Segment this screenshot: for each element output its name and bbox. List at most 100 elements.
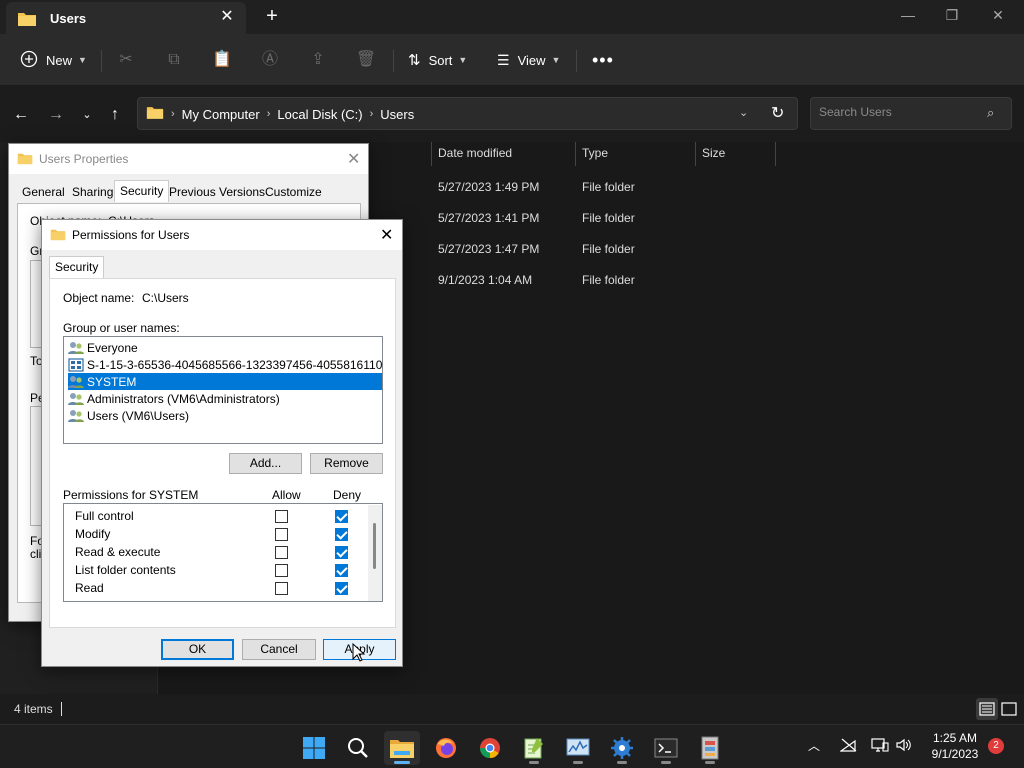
delete-icon[interactable]: 🗑 [355,49,377,71]
up-arrow-icon[interactable]: ↑ [104,104,126,126]
breadcrumb-users[interactable]: Users [380,107,414,122]
row-date-modified[interactable]: 9/1/2023 1:04 AM [438,273,532,287]
close-icon[interactable]: ✕ [380,225,393,245]
list-item[interactable]: Users (VM6\Users) [68,407,382,424]
close-tab-icon[interactable]: ✕ [218,8,236,26]
minimize-button[interactable]: — [888,4,928,26]
allow-checkbox[interactable] [275,582,288,595]
principal-list[interactable]: Everyone S-1-15-3-65536-4045685566-13233… [63,336,383,444]
scrollbar-thumb[interactable] [373,523,376,569]
add-button[interactable]: Add... [229,453,302,474]
view-button[interactable]: ☰ View ▼ [497,47,560,73]
permissions-scrollbar[interactable] [368,505,382,601]
permission-row-modify: Modify [75,527,375,545]
chrome-icon[interactable] [472,731,508,765]
back-arrow-icon[interactable]: ← [10,104,32,126]
new-tab-button[interactable]: + [262,6,282,26]
tab-security[interactable]: Security [49,256,105,279]
resource-monitor-icon[interactable] [560,731,596,765]
tab-customize[interactable]: Customize [260,182,327,204]
tab-page: Object name: C:\Users Group or user name… [49,278,396,628]
forward-arrow-icon[interactable]: → [45,104,67,126]
ok-button[interactable]: OK [161,639,234,660]
column-header-size[interactable]: Size [702,146,725,168]
sort-button[interactable]: ⇅ Sort ▼ [408,47,467,73]
share-icon[interactable]: ⇪ [307,49,329,71]
network-disconnected-icon[interactable] [839,737,858,756]
new-label: New [46,52,73,68]
refresh-icon[interactable]: ↻ [771,103,784,123]
tab-security[interactable]: Security [114,180,170,202]
rename-icon[interactable]: Ⓐ [259,49,281,71]
terminal-icon[interactable] [648,731,684,765]
deny-checkbox[interactable] [335,582,348,595]
close-icon[interactable]: ✕ [347,149,360,169]
folder-icon [146,105,164,123]
file-explorer-icon[interactable] [384,731,420,765]
allow-checkbox[interactable] [275,546,288,559]
address-bar[interactable]: › My Computer › Local Disk (C:) › Users … [137,97,798,130]
list-item[interactable]: Everyone [68,339,382,356]
deny-checkbox[interactable] [335,528,348,541]
cancel-button[interactable]: Cancel [242,639,316,660]
breadcrumb-local-disk[interactable]: Local Disk (C:) [277,107,362,122]
allow-checkbox[interactable] [275,510,288,523]
paste-icon[interactable]: 📋 [211,49,233,71]
row-type[interactable]: File folder [582,180,635,194]
monitor-network-icon[interactable] [871,737,889,756]
row-date-modified[interactable]: 5/27/2023 1:47 PM [438,242,539,256]
tab-users[interactable]: Users ✕ [6,2,246,34]
separator [576,50,577,72]
sort-label: Sort [428,52,453,68]
tab-sharing[interactable]: Sharing [67,182,118,204]
search-icon[interactable]: ⌕ [987,105,994,121]
row-type[interactable]: File folder [582,273,635,287]
address-dropdown-icon[interactable]: ⌄ [739,106,748,119]
list-item[interactable]: Administrators (VM6\Administrators) [68,390,382,407]
settings-gear-icon[interactable] [604,731,640,765]
row-date-modified[interactable]: 5/27/2023 1:49 PM [438,180,539,194]
dialog-title: Permissions for Users [72,228,190,242]
remove-button[interactable]: Remove [310,453,383,474]
deny-checkbox[interactable] [335,510,348,523]
row-date-modified[interactable]: 5/27/2023 1:41 PM [438,211,539,225]
firefox-icon[interactable] [428,731,464,765]
list-item[interactable]: S-1-15-3-65536-4045685566-1323397456-405… [68,356,382,373]
tab-previous-versions[interactable]: Previous Versions [164,182,270,204]
close-window-button[interactable]: ✕ [978,4,1018,26]
new-button[interactable]: New ▼ [20,47,87,73]
system-clock[interactable]: 1:25 AM 9/1/2023 [920,730,990,762]
cut-icon[interactable]: ✂ [115,49,137,71]
search-icon[interactable] [340,731,376,765]
list-item-selected[interactable]: SYSTEM [68,373,382,390]
deny-checkbox[interactable] [335,564,348,577]
maximize-button[interactable]: ❐ [932,4,972,26]
tab-general[interactable]: General [17,182,70,204]
notification-badge[interactable]: 2 [988,738,1004,754]
notepad-plus-icon[interactable] [516,731,552,765]
copy-icon[interactable]: ⧉ [163,49,185,71]
permissions-list[interactable]: Full control Modify Read & execute List … [63,503,383,602]
row-type[interactable]: File folder [582,242,635,256]
search-input[interactable] [819,105,979,119]
more-options-icon[interactable]: ••• [592,47,614,73]
details-view-icon[interactable] [976,698,998,720]
permission-row-list-folder-contents: List folder contents [75,563,375,581]
tiles-view-icon[interactable] [998,698,1020,720]
column-header-type[interactable]: Type [582,146,608,168]
search-box[interactable]: ⌕ [810,97,1012,130]
allow-checkbox[interactable] [275,564,288,577]
allow-checkbox[interactable] [275,528,288,541]
show-hidden-icons-chevron-icon[interactable]: ︿ [808,737,820,754]
deny-column-label: Deny [333,488,362,502]
row-type[interactable]: File folder [582,211,635,225]
principal-name: Everyone [87,340,138,355]
recent-chevron-icon[interactable]: ⌄ [76,104,98,126]
volume-icon[interactable] [895,737,913,756]
column-separator [575,142,576,166]
deny-checkbox[interactable] [335,546,348,559]
breadcrumb-my-computer[interactable]: My Computer [182,107,260,122]
start-icon[interactable] [296,731,332,765]
column-header-date-modified[interactable]: Date modified [438,146,512,168]
archive-icon[interactable] [692,731,728,765]
